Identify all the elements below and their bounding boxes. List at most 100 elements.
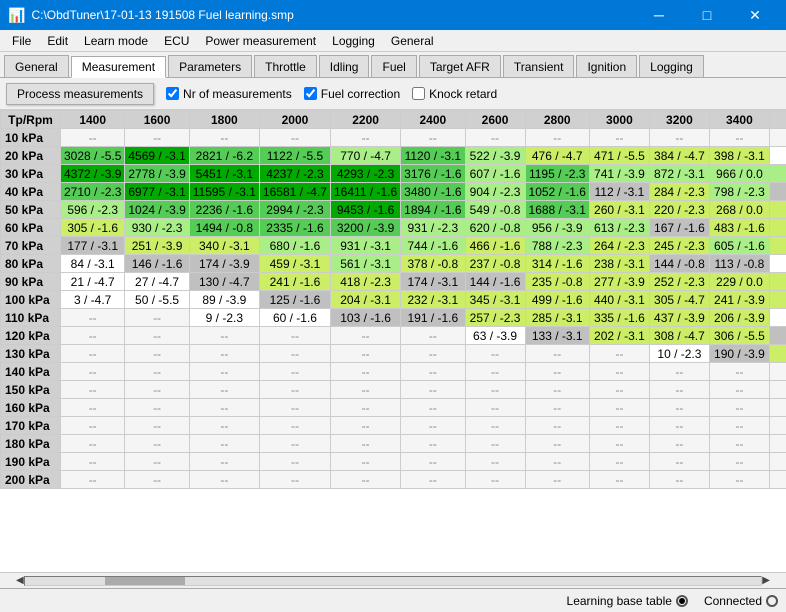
menu-general[interactable]: General <box>383 32 442 50</box>
table-cell: 1688 / -3.1 <box>525 201 589 219</box>
minimize-button[interactable]: ─ <box>636 0 682 30</box>
scroll-left-arrow[interactable]: ◀ <box>16 575 24 586</box>
menu-bar: File Edit Learn mode ECU Power measureme… <box>0 30 786 52</box>
menu-edit[interactable]: Edit <box>39 32 76 50</box>
tab-ignition[interactable]: Ignition <box>576 55 637 77</box>
table-cell: -- <box>61 417 125 435</box>
table-cell: -- <box>330 435 400 453</box>
table-cell: 285 / -3.1 <box>525 309 589 327</box>
tab-general[interactable]: General <box>4 55 69 77</box>
table-cell: 483 / -1.6 <box>709 219 769 237</box>
table-row: 100 kPa3 / -4.750 / -5.589 / -3.9125 / -… <box>1 291 786 309</box>
tab-transient[interactable]: Transient <box>503 55 575 77</box>
table-cell: -- <box>525 129 589 147</box>
row-header-30kpa: 30 kPa <box>1 165 61 183</box>
table-cell: 4293 / -2.3 <box>330 165 400 183</box>
maximize-button[interactable]: □ <box>684 0 730 30</box>
table-row: 80 kPa84 / -3.1146 / -1.6174 / -3.9459 /… <box>1 255 786 273</box>
tab-throttle[interactable]: Throttle <box>254 55 317 77</box>
process-measurements-button[interactable]: Process measurements <box>6 83 154 105</box>
close-button[interactable]: ✕ <box>732 0 778 30</box>
table-cell: 9453 / -1.6 <box>330 201 400 219</box>
table-cell: -- <box>330 471 400 489</box>
table-cell: -- <box>465 453 525 471</box>
table-cell: 335 / -1.6 <box>589 309 649 327</box>
table-cell: 144 / -0.8 <box>649 255 709 273</box>
table-cell: 437 / -3.9 <box>649 309 709 327</box>
table-cell: -- <box>769 471 786 489</box>
table-cell: -- <box>525 345 589 363</box>
table-cell: 308 / -4.7 <box>649 327 709 345</box>
nr-measurements-checkbox[interactable] <box>166 87 179 100</box>
table-cell: 3028 / -5.5 <box>61 147 125 165</box>
table-cell: -- <box>125 327 189 345</box>
fuel-correction-checkbox[interactable] <box>304 87 317 100</box>
tab-logging[interactable]: Logging <box>639 55 704 77</box>
row-header-170kpa: 170 kPa <box>1 417 61 435</box>
table-cell: -- <box>330 399 400 417</box>
table-cell: 305 / -4.7 <box>649 291 709 309</box>
menu-power-measurement[interactable]: Power measurement <box>197 32 324 50</box>
tab-parameters[interactable]: Parameters <box>168 55 252 77</box>
table-cell: 251 / -3.9 <box>125 237 189 255</box>
table-cell: 2236 / -1.6 <box>189 201 259 219</box>
table-cell: -- <box>709 453 769 471</box>
main-content[interactable]: Tp/Rpm 1400 1600 1800 2000 2200 2400 260… <box>0 110 786 572</box>
table-cell: 2710 / -2.3 <box>61 183 125 201</box>
table-cell: -- <box>125 309 189 327</box>
table-cell: -- <box>709 363 769 381</box>
table-cell: 422 / <box>769 219 786 237</box>
table-cell: -- <box>769 435 786 453</box>
table-cell: -- <box>259 363 330 381</box>
fuel-correction-group: Fuel correction <box>304 87 400 101</box>
table-cell: 202 / -3.1 <box>589 327 649 345</box>
table-cell: -- <box>649 363 709 381</box>
row-header-90kpa: 90 kPa <box>1 273 61 291</box>
tab-fuel[interactable]: Fuel <box>371 55 416 77</box>
table-cell: 133 / -3.1 <box>525 327 589 345</box>
table-cell: -- <box>589 129 649 147</box>
scrollbar-track[interactable] <box>24 576 763 586</box>
table-cell: -- <box>330 327 400 345</box>
table-cell: -- <box>525 417 589 435</box>
table-cell: 6977 / -3.1 <box>125 183 189 201</box>
table-row: 40 kPa2710 / -2.36977 / -3.111595 / -3.1… <box>1 183 786 201</box>
table-cell: 190 / -3.9 <box>709 345 769 363</box>
table-cell: -- <box>465 381 525 399</box>
table-cell: 613 / -2.3 <box>589 219 649 237</box>
table-cell: -- <box>401 399 465 417</box>
table-cell: -- <box>61 471 125 489</box>
table-cell: 3176 / -1.6 <box>401 165 465 183</box>
table-cell: -- <box>330 363 400 381</box>
row-header-130kpa: 130 kPa <box>1 345 61 363</box>
table-cell: 312 / <box>769 291 786 309</box>
tab-measurement[interactable]: Measurement <box>71 56 166 78</box>
knock-retard-checkbox[interactable] <box>412 87 425 100</box>
table-cell: 215 / <box>769 273 786 291</box>
table-cell: 241 / -1.6 <box>259 273 330 291</box>
table-cell: 1894 / -1.6 <box>401 201 465 219</box>
menu-learn-mode[interactable]: Learn mode <box>76 32 156 50</box>
menu-logging[interactable]: Logging <box>324 32 383 50</box>
table-cell: -- <box>61 345 125 363</box>
col-header-360: 360 <box>769 111 786 129</box>
menu-file[interactable]: File <box>4 32 39 50</box>
table-cell: -- <box>769 363 786 381</box>
table-cell: 314 / -1.6 <box>525 255 589 273</box>
tab-target-afr[interactable]: Target AFR <box>419 55 501 77</box>
col-header-3000: 3000 <box>589 111 649 129</box>
table-cell: 63 / -3.9 <box>465 327 525 345</box>
menu-ecu[interactable]: ECU <box>156 32 197 50</box>
window-title: C:\ObdTuner\17-01-13 191508 Fuel learnin… <box>31 8 293 22</box>
scroll-right-arrow[interactable]: ▶ <box>762 575 770 586</box>
table-cell: -- <box>465 345 525 363</box>
table-cell: -- <box>589 435 649 453</box>
table-cell: 260 / -3.1 <box>589 201 649 219</box>
table-cell: -- <box>61 399 125 417</box>
table-cell: -- <box>401 435 465 453</box>
table-row: 30 kPa4372 / -3.92778 / -3.95451 / -3.14… <box>1 165 786 183</box>
scrollbar-thumb[interactable] <box>105 577 185 585</box>
horizontal-scrollbar[interactable]: ◀ ▶ <box>0 572 786 588</box>
tab-idling[interactable]: Idling <box>319 55 370 77</box>
table-cell: 476 / -4.7 <box>525 147 589 165</box>
